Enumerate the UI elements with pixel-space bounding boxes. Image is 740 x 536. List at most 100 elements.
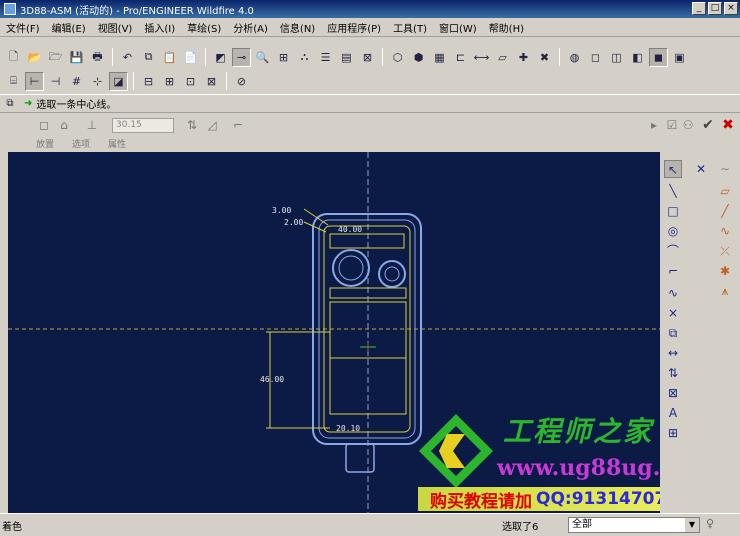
close-button[interactable]: ×	[724, 2, 738, 15]
grid-display-icon[interactable]: #	[67, 72, 86, 91]
camera-inner-circle[interactable]	[384, 266, 400, 282]
menu-window[interactable]: 窗口(W)	[437, 19, 479, 36]
line-icon[interactable]: ╲	[664, 182, 682, 200]
rectangle-icon[interactable]: □	[664, 202, 682, 220]
copy-icon[interactable]: ⧉	[139, 48, 158, 67]
open-folder-icon[interactable]: 🗁	[46, 48, 65, 67]
menu-tools[interactable]: 工具(T)	[391, 19, 429, 36]
repaint-icon[interactable]: ⊞	[274, 48, 293, 67]
coordinate-system-icon[interactable]: ⊏	[451, 48, 470, 67]
layers-icon[interactable]: ☰	[316, 48, 335, 67]
glasses-preview-icon[interactable]: ⚇	[680, 117, 696, 133]
new-file-icon[interactable]: 🗋	[4, 48, 23, 67]
csys-display-icon[interactable]: ⊠	[202, 72, 221, 91]
save-icon[interactable]: 💾	[67, 48, 86, 67]
sketch-orient-icon[interactable]: ◪	[109, 71, 128, 91]
tab-placement[interactable]: 放置	[36, 137, 54, 150]
point-icon[interactable]: ×	[664, 304, 682, 322]
dim-label-40[interactable]: 40.00	[338, 225, 362, 234]
delete-icon[interactable]: ⊠	[358, 48, 377, 67]
modify-icon[interactable]: ⇅	[664, 364, 682, 382]
curve-icon[interactable]: ∿	[716, 222, 734, 240]
plane-display-icon[interactable]: ⊟	[139, 72, 158, 91]
shading-edges-icon[interactable]: ▣	[670, 48, 689, 67]
pause-icon[interactable]: ▸	[646, 117, 662, 133]
speaker-inner-circle[interactable]	[338, 255, 364, 281]
menu-help[interactable]: 帮助(H)	[487, 19, 526, 36]
flip-direction-icon[interactable]: ⇅	[184, 117, 200, 133]
zoom-icon[interactable]: 🔍	[253, 48, 272, 67]
freehand-icon[interactable]: ∼	[716, 160, 734, 178]
selection-filter-dropdown[interactable]: 全部 ▼	[568, 517, 700, 533]
menu-view[interactable]: 视图(V)	[96, 19, 135, 36]
point-display-icon[interactable]: ⊡	[181, 72, 200, 91]
constraint-display-icon[interactable]: ⊣	[46, 72, 65, 91]
tab-options[interactable]: 选项	[72, 137, 90, 150]
menu-sketch[interactable]: 草绘(S)	[185, 19, 223, 36]
chevron-down-icon[interactable]: ▼	[685, 518, 699, 532]
sketch-setup-icon[interactable]: ⊘	[232, 72, 251, 91]
trim-icon[interactable]: ⤫	[716, 242, 734, 260]
dimension-display-icon[interactable]: ⊢	[25, 71, 44, 91]
use-edge-icon[interactable]: ⧉	[664, 324, 682, 342]
axis-x-icon[interactable]: ✕	[692, 160, 710, 178]
model-tree-icon[interactable]: ▤	[337, 48, 356, 67]
remove-material-icon[interactable]: ◿	[204, 117, 220, 133]
maximize-button[interactable]: □	[708, 2, 722, 15]
dim-label-3[interactable]: 3.00	[272, 206, 291, 215]
parallelogram-icon[interactable]: ▱	[716, 182, 734, 200]
arc-icon[interactable]: ⌒	[664, 242, 682, 260]
constraints-icon[interactable]: ⊠	[664, 384, 682, 402]
spline-icon[interactable]: ∿	[664, 284, 682, 302]
menu-file[interactable]: 文件(F)	[4, 19, 42, 36]
menu-applications[interactable]: 应用程序(P)	[325, 19, 383, 36]
print-icon[interactable]: 🖶	[88, 48, 107, 67]
hidden-line-icon[interactable]: ◫	[607, 48, 626, 67]
select-arrow-icon[interactable]: ↖	[664, 160, 682, 178]
dim-label-20[interactable]: 20.10	[336, 424, 360, 433]
circle-icon[interactable]: ◎	[664, 222, 682, 240]
menu-analysis[interactable]: 分析(A)	[231, 19, 270, 36]
axis-display-icon[interactable]: ⊞	[160, 72, 179, 91]
mirror-icon[interactable]: ⩚	[716, 282, 734, 300]
menu-insert[interactable]: 插入(I)	[142, 19, 177, 36]
depth-option-icon[interactable]: ⊥	[84, 117, 100, 133]
sketch-tool-icon[interactable]: ⧉	[2, 95, 18, 111]
slash-line-icon[interactable]: ╱	[716, 202, 734, 220]
menu-info[interactable]: 信息(N)	[278, 19, 317, 36]
undo-icon[interactable]: ↶	[118, 48, 137, 67]
split-icon[interactable]: ✱	[716, 262, 734, 280]
wireframe-icon[interactable]: ◻	[586, 48, 605, 67]
datum-plane-icon[interactable]: ⬡	[388, 48, 407, 67]
shading-icon[interactable]: ◼	[649, 47, 668, 67]
usb-tab[interactable]	[345, 443, 375, 473]
solid-icon[interactable]: ◻	[36, 117, 52, 133]
datum-axis-icon[interactable]: ⬢	[409, 48, 428, 67]
dim-label-2[interactable]: 2.00	[284, 218, 303, 227]
sketch-view-icon[interactable]: ◩	[211, 48, 230, 67]
sketcher-display-icon[interactable]: ⌸	[4, 72, 23, 91]
constraint-icon[interactable]: ✖	[535, 48, 554, 67]
minimize-button[interactable]: _	[692, 2, 706, 15]
open-file-icon[interactable]: 📂	[25, 48, 44, 67]
dimension-icon[interactable]: ⟷	[472, 48, 491, 67]
sketch-plane-icon[interactable]: ▱	[493, 48, 512, 67]
spin-center-icon[interactable]: ⛬	[295, 48, 314, 67]
dimension-tool-icon[interactable]: ↔	[664, 344, 682, 362]
no-hidden-icon[interactable]: ◧	[628, 48, 647, 67]
display-style-icon[interactable]: ◍	[565, 48, 584, 67]
text-icon[interactable]: A	[664, 404, 682, 422]
datum-curve-icon[interactable]: ▦	[430, 48, 449, 67]
preview-check-icon[interactable]: ☑	[664, 117, 680, 133]
speaker-circle[interactable]	[332, 249, 370, 287]
fillet-icon[interactable]: ⌐	[664, 262, 682, 280]
cancel-x-icon[interactable]: ✖	[720, 117, 736, 133]
paste-special-icon[interactable]: 📄	[181, 48, 200, 67]
dim-label-46[interactable]: 46.00	[260, 375, 284, 384]
top-component[interactable]	[329, 233, 405, 249]
surface-icon[interactable]: ⌂	[56, 117, 72, 133]
palette-icon[interactable]: ⊞	[664, 424, 682, 442]
thicken-icon[interactable]: ⌐	[230, 117, 246, 133]
sketch-constraint-icon[interactable]: ⊸	[232, 47, 251, 67]
depth-value-input[interactable]: 30.15	[112, 118, 174, 133]
